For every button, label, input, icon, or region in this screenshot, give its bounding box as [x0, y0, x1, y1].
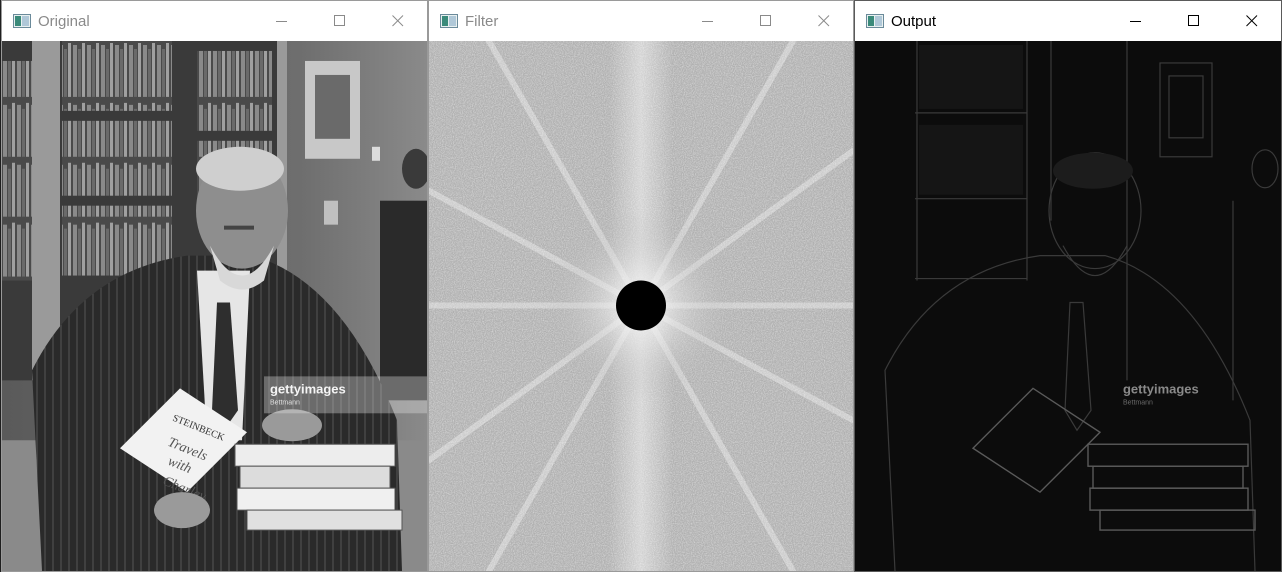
window-title: Original — [38, 12, 90, 30]
output-window[interactable]: Output gettyimages Bettmann — [854, 0, 1282, 572]
output-titlebar[interactable]: Output — [855, 1, 1281, 41]
maximize-button[interactable] — [737, 1, 795, 41]
minimize-icon — [276, 21, 287, 22]
original-titlebar[interactable]: Original — [2, 1, 427, 41]
filter-window[interactable]: Filter — [428, 0, 854, 572]
opencv-window-icon — [13, 14, 31, 28]
original-window[interactable]: Original STEINBECK Travels with Charley … — [1, 0, 428, 572]
filter-mask-circle — [616, 280, 666, 331]
filter-spectrum-canvas — [429, 41, 853, 571]
high-pass-output-image: gettyimages Bettmann — [855, 41, 1281, 571]
close-button[interactable] — [369, 1, 427, 41]
window-title: Output — [891, 12, 937, 30]
credit-watermark: Bettmann — [270, 399, 300, 406]
maximize-icon — [760, 15, 771, 26]
minimize-icon — [702, 21, 713, 22]
close-icon — [818, 15, 830, 27]
minimize-button[interactable] — [1107, 1, 1165, 41]
output-image-canvas: gettyimages Bettmann — [855, 41, 1281, 571]
maximize-icon — [1188, 15, 1199, 26]
original-photo: STEINBECK Travels with Charley gettyimag… — [2, 41, 427, 571]
maximize-button[interactable] — [311, 1, 369, 41]
close-button[interactable] — [795, 1, 853, 41]
minimize-button[interactable] — [253, 1, 311, 41]
maximize-icon — [334, 15, 345, 26]
getty-watermark: gettyimages — [270, 381, 346, 396]
opencv-window-icon — [866, 14, 884, 28]
credit-watermark: Bettmann — [1123, 399, 1153, 406]
close-button[interactable] — [1223, 1, 1281, 41]
close-icon — [1246, 15, 1258, 27]
window-title: Filter — [465, 12, 499, 30]
close-icon — [392, 15, 404, 27]
maximize-button[interactable] — [1165, 1, 1223, 41]
filter-titlebar[interactable]: Filter — [429, 1, 853, 41]
opencv-window-icon — [440, 14, 458, 28]
minimize-icon — [1130, 21, 1141, 22]
getty-watermark: gettyimages — [1123, 381, 1199, 396]
fourier-spectrum-image — [429, 41, 853, 571]
original-image-canvas: STEINBECK Travels with Charley gettyimag… — [2, 41, 427, 571]
minimize-button[interactable] — [679, 1, 737, 41]
